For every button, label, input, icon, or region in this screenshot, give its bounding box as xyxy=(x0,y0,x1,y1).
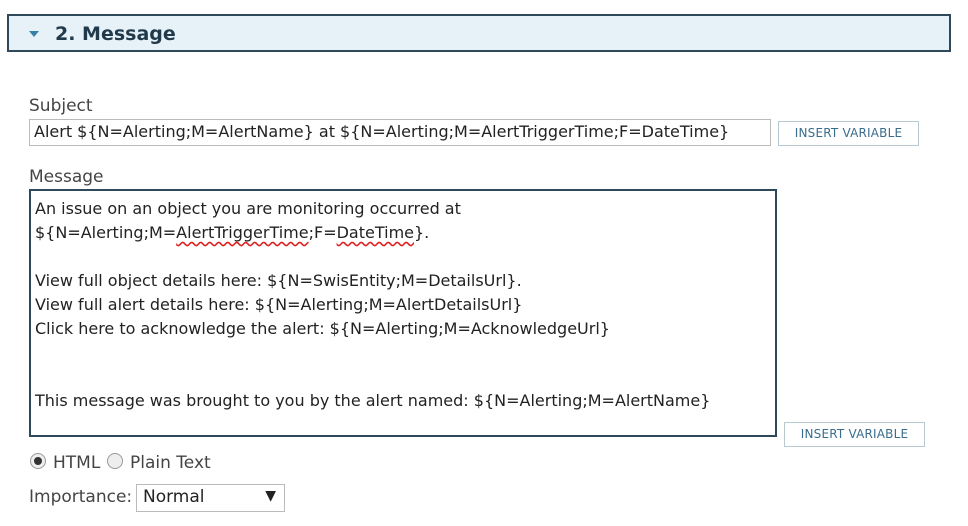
message-textarea[interactable]: An issue on an object you are monitoring… xyxy=(29,189,777,437)
message-line xyxy=(35,365,771,389)
message-label: Message xyxy=(29,167,104,187)
message-line: ${N=Alerting;M=AlertTriggerTime;F=DateTi… xyxy=(35,223,430,242)
section-title: 2. Message xyxy=(55,23,176,45)
dropdown-arrow-icon: ▼ xyxy=(265,488,276,504)
html-radio[interactable] xyxy=(30,453,46,469)
plain-text-radio-label: Plain Text xyxy=(130,453,211,473)
importance-label: Importance: xyxy=(29,487,133,507)
plain-text-radio[interactable] xyxy=(107,453,123,469)
importance-select[interactable]: Normal ▼ xyxy=(136,484,285,512)
message-line: View full alert details here: ${N=Alerti… xyxy=(35,295,523,314)
html-radio-label: HTML xyxy=(53,453,101,473)
importance-value: Normal xyxy=(143,487,205,507)
subject-insert-variable-button[interactable]: INSERT VARIABLE xyxy=(778,121,919,146)
caret-down-icon xyxy=(29,31,39,37)
message-line: Click here to acknowledge the alert: ${N… xyxy=(35,319,610,338)
message-line xyxy=(35,341,771,365)
subject-label: Subject xyxy=(29,96,93,116)
message-line: This message was brought to you by the a… xyxy=(35,391,711,410)
message-line xyxy=(35,245,771,269)
message-line: An issue on an object you are monitoring… xyxy=(35,199,461,218)
message-line: View full object details here: ${N=SwisE… xyxy=(35,271,522,290)
message-insert-variable-button[interactable]: INSERT VARIABLE xyxy=(784,422,925,447)
section-header-message[interactable]: 2. Message xyxy=(7,14,951,52)
subject-input[interactable]: Alert ${N=Alerting;M=AlertName} at ${N=A… xyxy=(29,119,771,146)
